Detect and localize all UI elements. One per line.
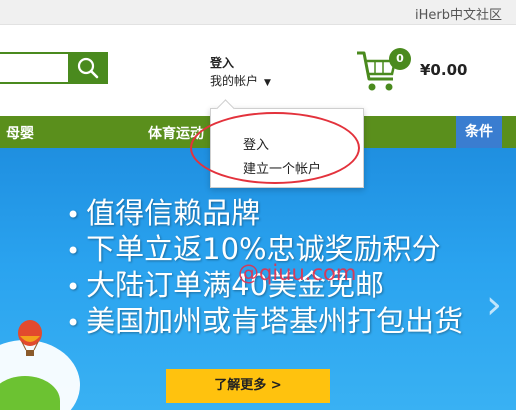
search-input[interactable]: [0, 52, 68, 84]
login-title[interactable]: 登入: [210, 54, 234, 71]
learn-more-button[interactable]: 了解更多 >: [166, 369, 330, 403]
site-header: 登入 我的帐户 ▼ 0 ¥0.00: [0, 25, 516, 115]
hot-air-balloon-icon: [18, 320, 42, 356]
nav-item-deals[interactable]: 条件: [456, 116, 502, 148]
dropdown-item-create-account[interactable]: 建立一个帐户: [243, 158, 321, 177]
my-account-label: 我的帐户: [210, 74, 259, 88]
nav-item-baby[interactable]: 母婴: [6, 123, 34, 143]
cart-count-badge: 0: [389, 48, 411, 70]
account-dropdown-menu: 登入 建立一个帐户: [210, 99, 364, 188]
nav-item-sports[interactable]: 体育运动: [148, 123, 204, 143]
chevron-down-icon: ▼: [264, 78, 271, 88]
search-icon: [77, 57, 99, 79]
community-link[interactable]: iHerb中文社区: [415, 4, 502, 23]
bullet-icon: •: [66, 309, 81, 337]
dropdown-item-login[interactable]: 登入: [243, 134, 269, 153]
banner-line-text: 值得信赖品牌: [86, 196, 261, 230]
banner-line-text: 美国加州或肯塔基州打包出货: [86, 304, 464, 338]
chevron-right-icon[interactable]: ›: [486, 282, 502, 328]
top-utility-bar: iHerb中文社区: [0, 0, 516, 25]
cart-total[interactable]: ¥0.00: [420, 61, 467, 79]
watermark: @qiuu.com: [238, 261, 357, 285]
bullet-icon: •: [66, 237, 81, 265]
bullet-icon: •: [66, 201, 81, 229]
banner-line: • 美国加州或肯塔基州打包出货: [66, 298, 463, 340]
search-button[interactable]: [68, 52, 108, 84]
my-account-link[interactable]: 我的帐户 ▼: [210, 72, 271, 89]
bullet-icon: •: [66, 273, 81, 301]
